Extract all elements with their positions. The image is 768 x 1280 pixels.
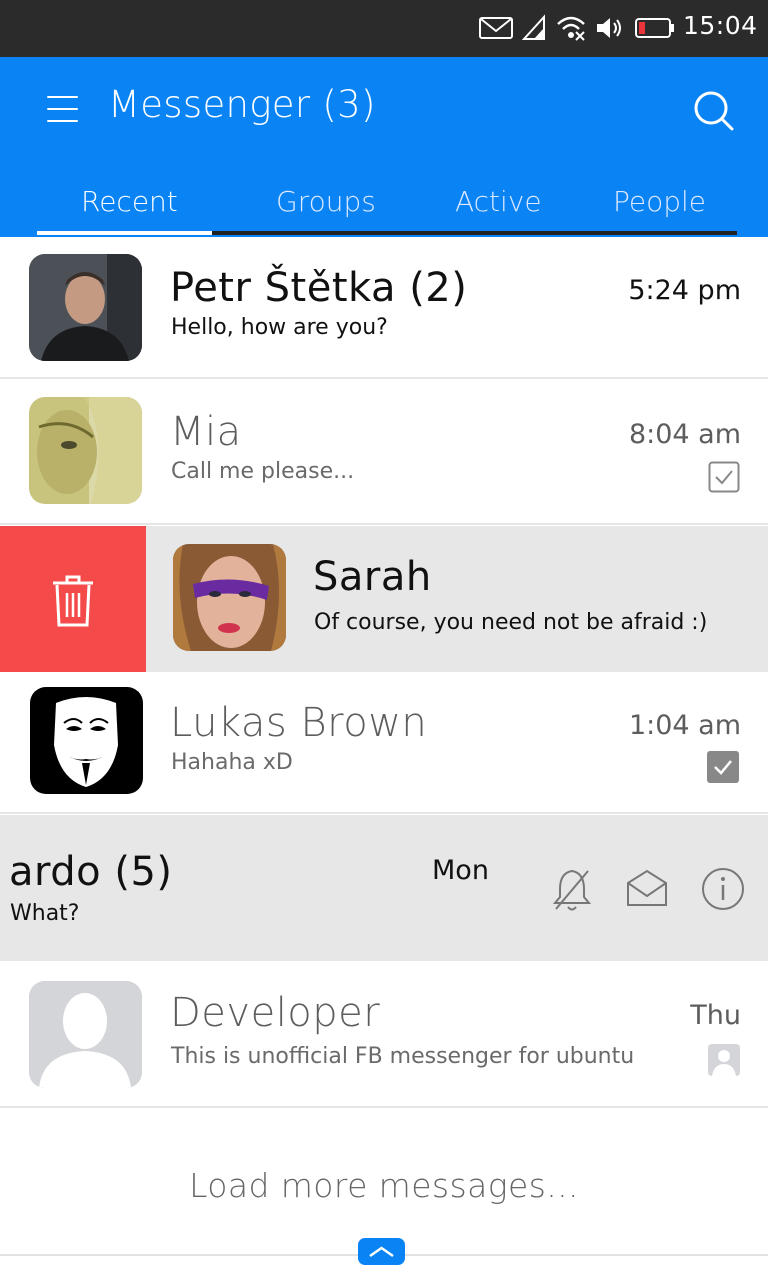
wifi-icon: [557, 16, 585, 41]
message-time: 8:04 am: [628, 419, 741, 450]
volume-icon: [597, 18, 621, 38]
contact-name: Mia: [170, 409, 242, 455]
load-more-label: Load more messages...: [189, 1166, 579, 1205]
page-title: Messenger (3): [108, 83, 376, 126]
mute-icon[interactable]: [552, 867, 592, 913]
avatar: [173, 544, 286, 651]
last-message: What?: [10, 901, 80, 926]
tab-recent[interactable]: Recent: [81, 185, 178, 218]
app-header: Messenger (3) Recent Groups Active Peopl…: [0, 57, 768, 237]
message-time: Mon: [432, 855, 489, 886]
info-icon[interactable]: [700, 866, 746, 912]
avatar: [29, 981, 142, 1088]
contact-name: Lukas Brown: [170, 700, 428, 746]
bottom-edge-handle[interactable]: [358, 1238, 405, 1265]
tab-bar: Recent Groups Active People: [0, 175, 768, 237]
conversation-row-lukas[interactable]: Lukas Brown Hahaha xD 1:04 am: [0, 672, 768, 814]
tab-groups[interactable]: Groups: [276, 185, 376, 218]
conversation-row-sarah[interactable]: Sarah Of course, you need not be afraid …: [0, 526, 768, 672]
search-icon[interactable]: [690, 87, 736, 133]
last-message: Of course, you need not be afraid :): [314, 610, 708, 635]
conversation-row-ardo[interactable]: ardo (5) What? Mon: [0, 815, 768, 961]
conversation-row-mia[interactable]: Mia Call me please... 8:04 am: [0, 381, 768, 525]
menu-icon[interactable]: [40, 91, 84, 127]
trash-icon: [53, 575, 93, 627]
avatar: [29, 397, 142, 504]
contact-name: Developer: [170, 990, 381, 1036]
delete-button[interactable]: [0, 526, 146, 672]
clock: 15:04: [683, 11, 758, 40]
tab-people[interactable]: People: [613, 185, 706, 218]
mark-read-icon[interactable]: [626, 869, 668, 907]
tab-active-indicator: [37, 231, 212, 235]
check-icon: [708, 461, 740, 493]
signal-icon: [522, 14, 545, 40]
conversation-row-developer[interactable]: Developer This is unofficial FB messenge…: [0, 962, 768, 1108]
contact-name: ardo (5): [9, 849, 173, 895]
last-message: Hahaha xD: [171, 750, 293, 775]
avatar: [30, 687, 143, 794]
status-bar: 15:04: [0, 0, 768, 57]
avatar: [29, 254, 142, 361]
message-time: 5:24 pm: [628, 275, 741, 306]
message-time: 1:04 am: [628, 710, 741, 741]
battery-icon: [635, 18, 674, 38]
chevron-up-icon: [369, 1246, 394, 1258]
conversation-row-petr[interactable]: Petr Štětka (2) Hello, how are you? 5:24…: [0, 237, 768, 379]
last-message: Hello, how are you?: [171, 315, 388, 340]
last-message: Call me please...: [171, 459, 355, 484]
check-filled-icon: [707, 751, 739, 783]
contact-name: Petr Štětka (2): [170, 265, 468, 311]
message-time: Thu: [690, 1000, 741, 1031]
person-icon: [708, 1044, 740, 1076]
contact-name: Sarah: [313, 554, 432, 600]
tab-active[interactable]: Active: [455, 185, 542, 218]
last-message: This is unofficial FB messenger for ubun…: [171, 1044, 635, 1069]
load-more-button[interactable]: Load more messages...: [0, 1110, 768, 1256]
mail-icon: [479, 17, 513, 39]
